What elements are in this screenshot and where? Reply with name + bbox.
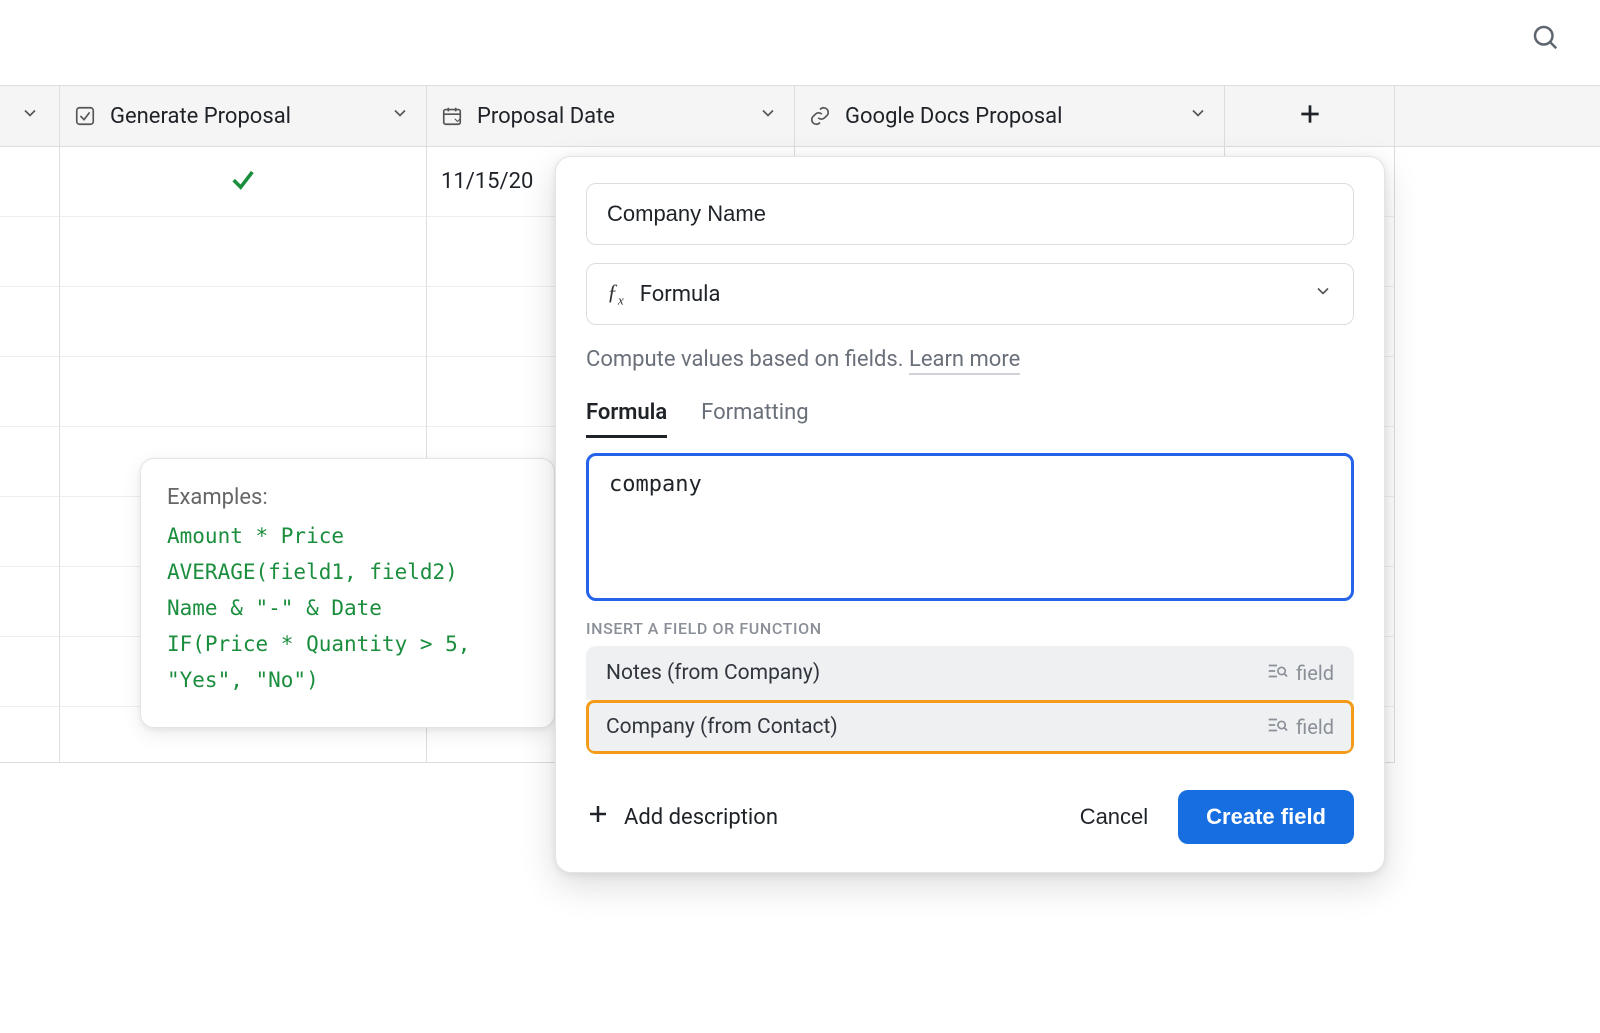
cancel-button[interactable]: Cancel (1080, 804, 1148, 830)
plus-icon (586, 802, 610, 832)
cell[interactable] (0, 427, 60, 497)
check-icon (229, 165, 257, 199)
cell-text: 11/15/20 (441, 169, 533, 194)
lookup-icon (1266, 714, 1288, 741)
popover-tabs: Formula Formatting (586, 400, 1354, 439)
create-field-popover: ƒx Formula Compute values based on field… (555, 156, 1385, 873)
checkbox-column-icon (74, 105, 96, 127)
suggestion-section-label: INSERT A FIELD OR FUNCTION (586, 619, 1354, 638)
formula-icon: ƒx (607, 279, 624, 308)
column-menu-prev[interactable] (0, 86, 60, 146)
suggestion-item[interactable]: Company (from Contact) field (586, 700, 1354, 754)
column-proposal-date[interactable]: Proposal Date (427, 86, 795, 146)
column-google-docs-proposal[interactable]: Google Docs Proposal (795, 86, 1225, 146)
link-column-icon (809, 105, 831, 127)
column-label: Generate Proposal (110, 104, 291, 129)
chevron-down-icon (390, 103, 410, 129)
suggestion-kind: field (1296, 661, 1334, 685)
cell[interactable] (0, 287, 60, 357)
add-column-button[interactable] (1225, 86, 1395, 146)
field-type-select[interactable]: ƒx Formula (586, 263, 1354, 325)
cell[interactable] (0, 707, 60, 763)
learn-more-link[interactable]: Learn more (909, 347, 1020, 375)
field-name-input[interactable] (586, 183, 1354, 245)
tab-formatting[interactable]: Formatting (701, 400, 808, 438)
tab-formula[interactable]: Formula (586, 400, 667, 438)
column-label: Proposal Date (477, 104, 615, 129)
suggestion-list: Notes (from Company) field Company (from… (586, 646, 1354, 754)
examples-code: Amount * Price AVERAGE(field1, field2) N… (167, 518, 528, 699)
date-column-icon (441, 105, 463, 127)
cell[interactable] (60, 357, 427, 427)
add-description-label: Add description (624, 805, 778, 830)
chevron-down-icon (20, 103, 40, 129)
cell[interactable] (0, 567, 60, 637)
suggestion-label: Company (from Contact) (606, 715, 838, 739)
cell[interactable] (0, 147, 60, 217)
suggestion-kind: field (1296, 715, 1334, 739)
chevron-down-icon (758, 103, 778, 129)
chevron-down-icon (1188, 103, 1208, 129)
cell[interactable] (0, 217, 60, 287)
cell[interactable] (0, 357, 60, 427)
cell[interactable] (60, 287, 427, 357)
suggestion-item[interactable]: Notes (from Company) field (586, 646, 1354, 700)
cell-generate-proposal[interactable] (60, 147, 427, 217)
add-description-button[interactable]: Add description (586, 802, 778, 832)
search-icon[interactable] (1530, 22, 1560, 56)
cell[interactable] (0, 497, 60, 567)
formula-hint: Compute values based on fields. Learn mo… (586, 347, 1354, 372)
formula-editor[interactable] (586, 453, 1354, 601)
cell[interactable] (60, 217, 427, 287)
header-filler (1395, 86, 1600, 146)
field-type-label: Formula (640, 282, 721, 307)
suggestion-label: Notes (from Company) (606, 661, 820, 685)
chevron-down-icon (1313, 281, 1333, 307)
create-field-button[interactable]: Create field (1178, 790, 1354, 844)
examples-title: Examples: (167, 485, 528, 510)
column-label: Google Docs Proposal (845, 104, 1062, 129)
column-generate-proposal[interactable]: Generate Proposal (60, 86, 427, 146)
grid-header: Generate Proposal Proposal Date Google D… (0, 85, 1600, 147)
lookup-icon (1266, 660, 1288, 687)
plus-icon (1297, 101, 1323, 131)
examples-tooltip: Examples: Amount * Price AVERAGE(field1,… (140, 458, 555, 728)
cell[interactable] (0, 637, 60, 707)
